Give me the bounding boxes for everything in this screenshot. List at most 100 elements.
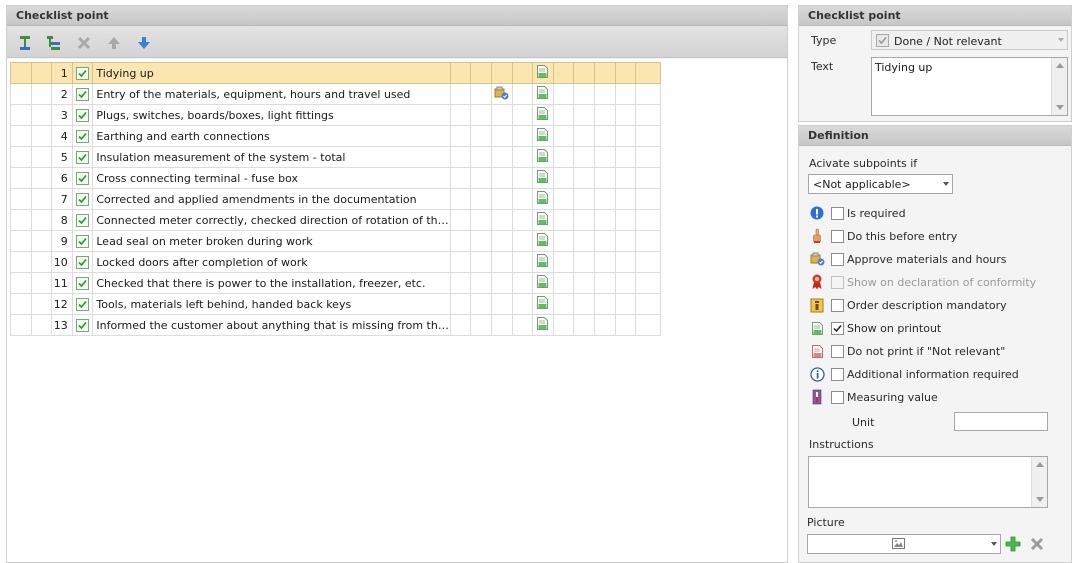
table-row[interactable]: 13 Informed the customer about anything t… (10, 314, 661, 336)
row-number: 11 (51, 272, 73, 294)
row-printout-cell (532, 104, 554, 126)
row-checkbox[interactable] (71, 251, 94, 273)
move-up-icon[interactable] (105, 34, 123, 52)
add-point-icon[interactable] (16, 34, 34, 52)
row-cell (573, 62, 595, 84)
table-row[interactable]: 10 Locked doors after completion of work (10, 251, 661, 273)
delete-icon[interactable] (75, 34, 93, 52)
row-approve-cell (491, 146, 513, 168)
row-text: Checked that there is power to the insta… (92, 272, 451, 294)
option-checkbox[interactable] (831, 252, 844, 266)
table-row[interactable]: 6 Cross connecting terminal - fuse box (10, 167, 661, 189)
row-text: Entry of the materials, equipment, hours… (92, 83, 451, 105)
row-checkbox[interactable] (71, 188, 94, 210)
option-label: Is required (847, 206, 906, 220)
row-cell (635, 167, 661, 189)
option-checkbox[interactable] (831, 229, 844, 243)
panel-title: Checklist point (7, 6, 787, 26)
remove-picture-icon[interactable] (1029, 536, 1045, 552)
row-cell (614, 230, 637, 252)
row-cell (10, 230, 32, 252)
move-down-icon[interactable] (135, 34, 153, 52)
row-cell (593, 125, 616, 147)
finger-pointer-icon (809, 228, 825, 244)
option-checkbox[interactable] (831, 206, 844, 220)
row-cell (635, 272, 661, 294)
option-checkbox[interactable] (831, 367, 844, 381)
check-icon (76, 276, 90, 290)
green-document-icon (537, 254, 549, 270)
table-row[interactable]: 7 Corrected and applied amendments in the… (10, 188, 661, 210)
row-printout-cell (532, 188, 554, 210)
row-cell (470, 251, 492, 273)
option-label: Order description mandatory (847, 298, 1007, 312)
row-approve-cell (491, 104, 513, 126)
check-icon (76, 87, 90, 101)
picture-select[interactable] (807, 534, 1001, 554)
row-cell (593, 83, 616, 105)
option-checkbox[interactable] (831, 275, 844, 289)
row-checkbox[interactable] (71, 314, 94, 336)
row-cell (30, 62, 53, 84)
row-checkbox[interactable] (71, 209, 94, 231)
row-approve-cell (491, 209, 513, 231)
table-row[interactable]: 8 Connected meter correctly, checked dire… (10, 209, 661, 231)
chevron-down-icon (991, 542, 997, 546)
option-checkbox[interactable] (831, 344, 844, 358)
row-checkbox[interactable] (71, 62, 94, 84)
row-checkbox[interactable] (71, 293, 94, 315)
row-cell (614, 293, 637, 315)
row-text: Corrected and applied amendments in the … (92, 188, 451, 210)
table-row[interactable]: 9 Lead seal on meter broken during work (10, 230, 661, 252)
chevron-down-icon (943, 182, 949, 186)
option-checkbox[interactable] (831, 298, 844, 312)
add-subpoint-icon[interactable] (45, 34, 63, 52)
check-icon (76, 255, 90, 269)
option-checkbox[interactable] (831, 390, 844, 404)
row-cell (573, 104, 595, 126)
row-cell (573, 209, 595, 231)
table-row[interactable]: 5 Insulation measurement of the system - … (10, 146, 661, 168)
row-checkbox[interactable] (71, 125, 94, 147)
table-row[interactable]: 2 Entry of the materials, equipment, hour… (10, 83, 661, 105)
table-row[interactable]: 11 Checked that there is power to the ins… (10, 272, 661, 294)
row-cell (635, 125, 661, 147)
instructions-field[interactable] (808, 456, 1048, 508)
activate-subpoints-select[interactable]: <Not applicable> (808, 174, 953, 194)
check-icon (76, 108, 90, 122)
table-row[interactable]: 4 Earthing and earth connections (10, 125, 661, 147)
add-picture-icon[interactable] (1005, 536, 1021, 552)
row-checkbox[interactable] (71, 83, 94, 105)
row-checkbox[interactable] (71, 230, 94, 252)
row-cell (511, 83, 534, 105)
text-scrollbar[interactable] (1051, 58, 1067, 115)
type-select[interactable]: Done / Not relevant (871, 30, 1068, 50)
table-row[interactable]: 3 Plugs, switches, boards/boxes, light fi… (10, 104, 661, 126)
row-checkbox[interactable] (71, 104, 94, 126)
toolbar (7, 26, 787, 58)
text-field[interactable]: Tidying up (871, 57, 1068, 116)
row-number: 3 (51, 104, 73, 126)
row-printout-cell (532, 314, 554, 336)
row-cell (552, 62, 575, 84)
row-cell (614, 188, 637, 210)
check-icon (76, 150, 90, 164)
row-checkbox[interactable] (71, 146, 94, 168)
instructions-scrollbar[interactable] (1031, 457, 1047, 507)
row-cell (470, 167, 492, 189)
row-cell (614, 125, 637, 147)
row-number: 1 (51, 62, 73, 84)
row-checkbox[interactable] (71, 272, 94, 294)
row-cell (10, 209, 32, 231)
activate-subpoints-label: Acivate subpoints if (809, 157, 918, 170)
image-icon (892, 538, 905, 552)
green-document-icon (537, 317, 549, 333)
unit-input[interactable] (954, 412, 1048, 431)
table-row[interactable]: 1 Tidying up (10, 62, 661, 84)
row-checkbox[interactable] (71, 167, 94, 189)
option-checkbox[interactable] (831, 321, 844, 335)
row-cell (511, 293, 534, 315)
checklist-grid: 1 Tidying up 2 Entry of the materials, equi… (7, 59, 787, 562)
table-row[interactable]: 12 Tools, materials left behind, handed b… (10, 293, 661, 315)
row-cell (593, 167, 616, 189)
